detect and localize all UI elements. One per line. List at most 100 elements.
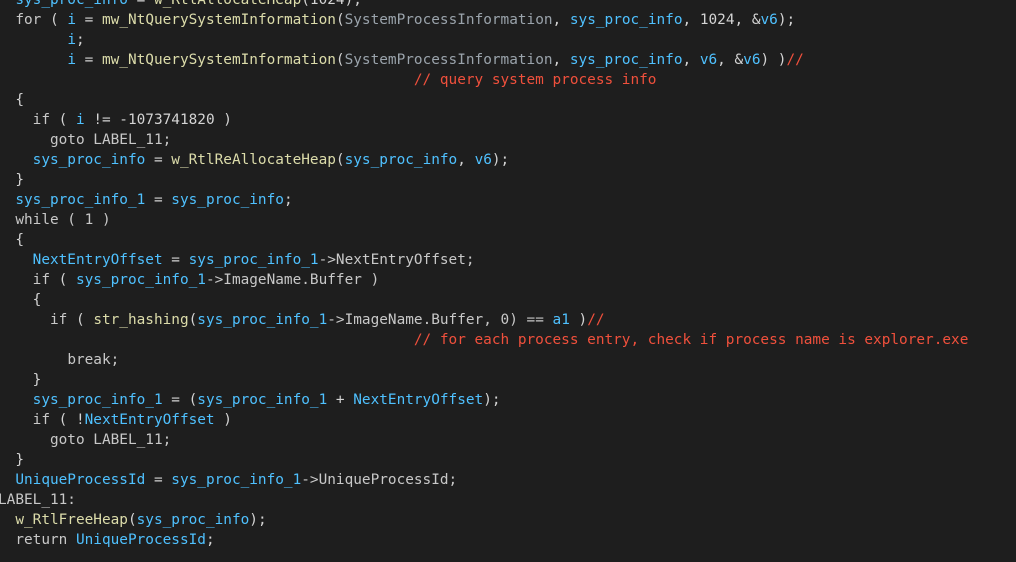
code-token: ; [75, 32, 85, 48]
code-token: ; [283, 192, 293, 208]
code-line: if ( i != -1073741820 ) [0, 110, 232, 130]
code-line: { [0, 90, 24, 110]
code-line: } [0, 450, 24, 470]
code-token: } [15, 172, 24, 188]
code-line: for ( i = mw_NtQuerySystemInformation(Sy… [0, 10, 795, 30]
code-token: i [75, 112, 85, 128]
code-token: v6 [743, 52, 761, 68]
code-comment: // for each process entry, check if proc… [413, 332, 969, 348]
code-line: sys_proc_info_1 = sys_proc_info; [0, 190, 293, 210]
code-line: if ( str_hashing(sys_proc_info_1->ImageN… [0, 310, 605, 330]
code-token: w_RtlAllocateHeap [153, 0, 302, 8]
code-token: + [327, 392, 354, 408]
code-token: = [162, 252, 189, 268]
code-token: if [32, 412, 50, 428]
code-token: i [67, 12, 76, 28]
code-token: sys_proc_info [136, 512, 250, 528]
code-token: ) [569, 312, 588, 328]
code-token: ( [49, 112, 76, 128]
code-token: ( [335, 52, 345, 68]
code-token: LABEL_11: [0, 492, 76, 508]
code-token: return [15, 532, 68, 548]
code-line: if ( !NextEntryOffset ) [0, 410, 232, 430]
code-token: ); [483, 392, 501, 408]
code-token: ->ImageName.Buffer, 0) == [327, 312, 553, 328]
code-token: mw_NtQuerySystemInformation [101, 52, 336, 68]
code-token: } [15, 452, 24, 468]
code-token: sys_proc_info [171, 192, 284, 208]
code-token: v6 [699, 52, 718, 68]
code-token: ); [249, 512, 267, 528]
code-token: if [32, 272, 50, 288]
code-token: ( [335, 12, 345, 28]
code-token: if [49, 312, 68, 328]
code-token: i [67, 52, 76, 68]
code-token: , & [717, 52, 744, 68]
code-line: i = mw_NtQuerySystemInformation(SystemPr… [0, 50, 804, 70]
code-line: while ( 1 ) [0, 210, 111, 230]
code-token: SystemProcessInformation [344, 12, 553, 28]
code-token: ->UniqueProcessId; [301, 472, 458, 488]
code-token: goto LABEL_11; [49, 132, 172, 148]
code-token: UniqueProcessId [15, 472, 146, 488]
code-line: } [0, 170, 24, 190]
code-line: } [0, 370, 42, 390]
code-token: sys_proc_info_1 [171, 472, 302, 488]
code-line: if ( sys_proc_info_1->ImageName.Buffer ) [0, 270, 380, 290]
code-token: NextEntryOffset [353, 392, 484, 408]
code-token: = [75, 52, 102, 68]
code-token: (1024); [301, 0, 362, 8]
code-line: // query system process info [0, 70, 657, 90]
code-line: goto LABEL_11; [0, 130, 171, 150]
code-token: while ( 1 ) [15, 212, 111, 228]
code-token: ( [188, 312, 198, 328]
code-line: return UniqueProcessId; [0, 530, 214, 550]
code-token: ( [49, 272, 76, 288]
code-token: = [145, 192, 172, 208]
code-token: break; [67, 352, 120, 368]
code-token: v6 [760, 12, 778, 28]
code-token: sys_proc_info_1 [15, 192, 146, 208]
code-line: break; [0, 350, 119, 370]
code-comment: // [786, 52, 804, 68]
code-token: ); [491, 152, 510, 168]
code-token: sys_proc_info [569, 12, 683, 28]
code-line: w_RtlFreeHeap(sys_proc_info); [0, 510, 267, 530]
code-line: sys_proc_info_1 = (sys_proc_info_1 + Nex… [0, 390, 501, 410]
code-line: sys_proc_info = w_RtlReAllocateHeap(sys_… [0, 150, 510, 170]
code-token: UniqueProcessId [75, 532, 206, 548]
code-token: SystemProcessInformation [344, 52, 553, 68]
code-token: { [32, 292, 42, 308]
code-token: ( [335, 152, 345, 168]
decompiler-code-view[interactable]: sys_proc_info = w_RtlAllocateHeap(1024);… [0, 0, 1016, 562]
code-token: != -1073741820 ) [84, 112, 232, 128]
code-token: ( [67, 312, 94, 328]
code-token: sys_proc_info [32, 152, 146, 168]
code-line: goto LABEL_11; [0, 430, 171, 450]
code-comment: // [587, 312, 605, 328]
code-token: ) ) [760, 52, 787, 68]
code-token: , [552, 12, 570, 28]
code-token: NextEntryOffset [32, 252, 163, 268]
code-token: NextEntryOffset [84, 412, 215, 428]
code-token: v6 [474, 152, 492, 168]
code-token: , [682, 52, 700, 68]
code-token: sys_proc_info [15, 0, 128, 8]
